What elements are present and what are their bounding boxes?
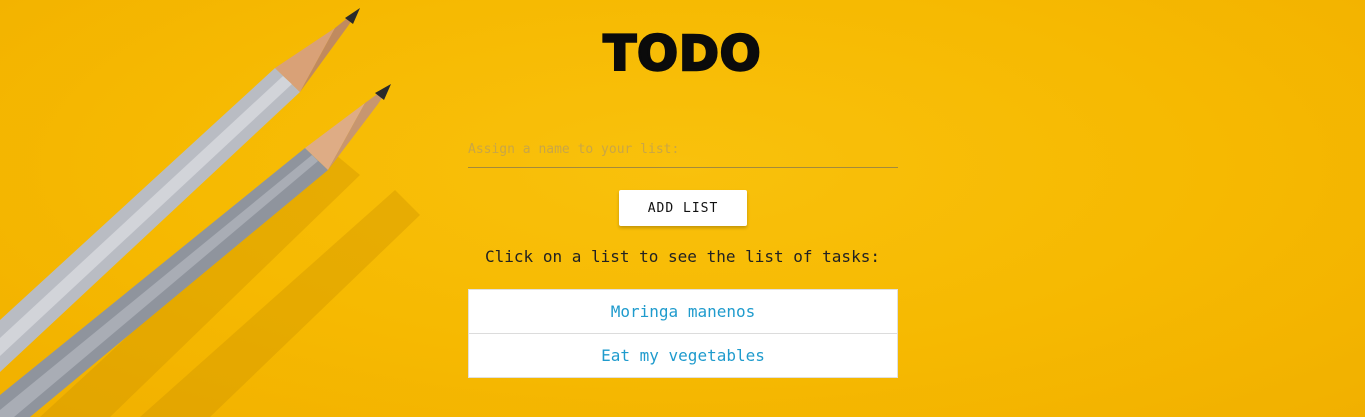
list-name-input[interactable] xyxy=(468,132,898,168)
add-list-button[interactable]: ADD LIST xyxy=(619,190,747,226)
list-hint-text: Click on a list to see the list of tasks… xyxy=(485,247,880,266)
app-title: TODO xyxy=(602,25,762,84)
list-item[interactable]: Eat my vegetables xyxy=(469,333,897,377)
todo-lists: Moringa manenos Eat my vegetables xyxy=(468,289,898,378)
list-item[interactable]: Moringa manenos xyxy=(469,290,897,333)
